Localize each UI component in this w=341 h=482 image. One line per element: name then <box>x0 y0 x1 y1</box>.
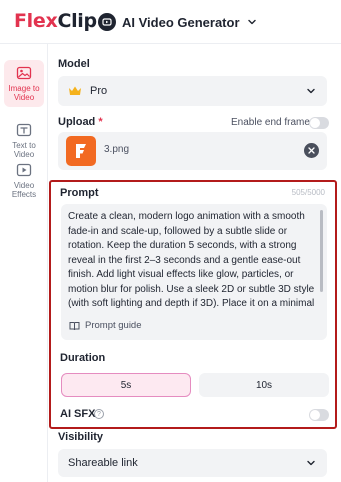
sidebar-item-label: Video Effects <box>11 181 37 199</box>
upload-label-text: Upload <box>58 116 96 128</box>
text-video-icon <box>16 123 32 137</box>
enable-end-frame-label: Enable end frame <box>231 117 310 128</box>
flexclip-logo[interactable]: FlexClip <box>14 10 97 32</box>
sidebar-item-video-effects[interactable]: Video Effects <box>4 162 44 199</box>
left-sidebar: Image to Video Text to Video Video Effec… <box>0 44 48 482</box>
prompt-scrollbar[interactable] <box>320 210 323 292</box>
prompt-char-counter: 505/5000 <box>291 188 325 197</box>
prompt-label: Prompt <box>60 187 99 199</box>
uploaded-file-card[interactable]: 3.png <box>58 132 327 170</box>
ai-sfx-label: AI SFX <box>60 408 96 420</box>
file-thumbnail <box>66 136 96 166</box>
settings-panel: Model Pro Upload * Enable end frame 3.pn… <box>48 44 341 482</box>
prompt-guide-button[interactable]: Prompt guide <box>69 320 142 331</box>
chevron-down-icon <box>307 88 315 94</box>
logo-text-clip: Clip <box>57 10 97 32</box>
help-icon[interactable]: ? <box>94 409 104 419</box>
sidebar-item-image-to-video[interactable]: Image to Video <box>4 60 44 107</box>
chevron-down-icon <box>247 19 256 25</box>
ai-sfx-toggle[interactable] <box>309 409 329 421</box>
visibility-select[interactable]: Shareable link <box>58 449 327 477</box>
top-bar: FlexClip AI Video Generator <box>0 0 341 44</box>
duration-label: Duration <box>60 352 106 364</box>
upload-label: Upload * <box>58 116 103 128</box>
flexclip-f-icon <box>76 144 86 158</box>
duration-option-10s[interactable]: 10s <box>199 373 329 397</box>
file-name: 3.png <box>104 144 130 155</box>
enable-end-frame-toggle[interactable] <box>309 117 329 129</box>
model-select[interactable]: Pro <box>58 76 327 106</box>
model-selected-value: Pro <box>90 85 108 97</box>
prompt-text: Create a clean, modern logo animation wi… <box>68 211 315 309</box>
visibility-selected-value: Shareable link <box>68 457 138 469</box>
sidebar-item-label: Image to Video <box>8 84 40 102</box>
logo-text-flex: Flex <box>14 10 58 32</box>
required-mark: * <box>98 116 103 128</box>
video-effects-icon <box>16 163 32 177</box>
close-icon <box>308 147 315 154</box>
model-label: Model <box>58 58 90 70</box>
sidebar-item-text-to-video[interactable]: Text to Video <box>4 122 44 159</box>
ai-sparkle-icon <box>98 13 116 31</box>
sidebar-item-label: Text to Video <box>12 141 36 159</box>
highlighted-prompt-region: Prompt 505/5000 Create a clean, modern l… <box>49 180 337 429</box>
chevron-down-icon <box>307 460 315 466</box>
visibility-label: Visibility <box>58 431 104 443</box>
prompt-guide-label: Prompt guide <box>85 320 142 331</box>
image-video-icon <box>16 66 32 80</box>
crown-icon <box>69 86 81 95</box>
duration-option-5s[interactable]: 5s <box>61 373 191 397</box>
remove-file-button[interactable] <box>304 143 319 158</box>
tool-selector-dropdown[interactable]: AI Video Generator <box>98 9 258 35</box>
book-icon <box>69 321 80 330</box>
tool-name: AI Video Generator <box>122 14 240 30</box>
prompt-textarea[interactable]: Create a clean, modern logo animation wi… <box>61 204 327 340</box>
